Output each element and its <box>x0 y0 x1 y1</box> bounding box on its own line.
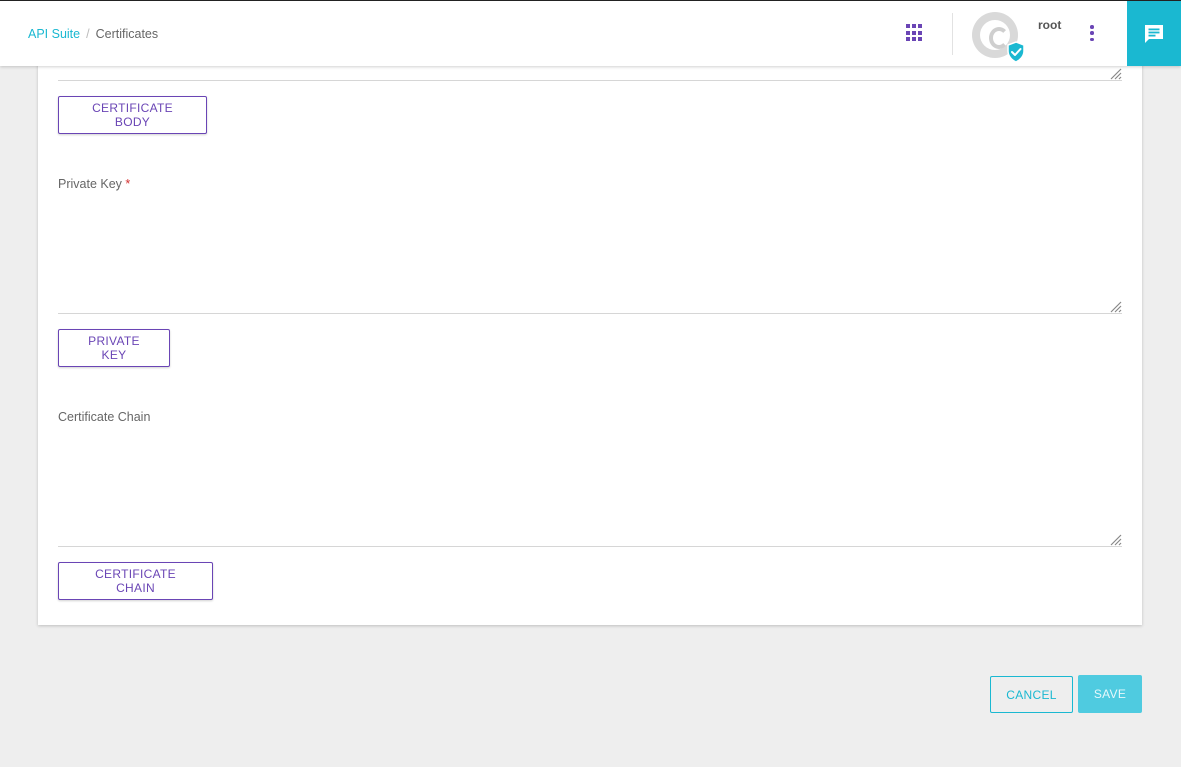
chat-button[interactable] <box>1127 1 1181 66</box>
resize-handle-icon[interactable] <box>1108 532 1122 546</box>
username: root <box>1038 18 1062 32</box>
save-button[interactable]: SAVE <box>1078 675 1142 713</box>
resize-handle-icon[interactable] <box>1108 299 1122 313</box>
certificate-chain-underline <box>58 546 1122 547</box>
private-key-underline <box>58 313 1122 314</box>
breadcrumb-separator: / <box>86 27 90 41</box>
header-divider <box>952 13 953 55</box>
certificate-body-upload-button[interactable]: CERTIFICATE BODY <box>58 96 207 134</box>
certificate-chain-upload-button[interactable]: CERTIFICATE CHAIN <box>58 562 213 600</box>
private-key-textarea[interactable] <box>58 198 1122 313</box>
private-key-upload-button[interactable]: PRIVATE KEY <box>58 329 170 367</box>
chat-icon <box>1145 25 1163 43</box>
cancel-button[interactable]: CANCEL <box>990 676 1073 713</box>
breadcrumb-current: Certificates <box>95 27 159 41</box>
apps-grid-icon[interactable] <box>906 24 924 42</box>
required-asterisk: * <box>125 177 131 191</box>
private-key-label-text: Private Key <box>58 177 122 191</box>
certificate-chain-label: Certificate Chain <box>58 410 151 424</box>
more-vert-icon[interactable] <box>1086 23 1098 43</box>
top-app-bar: API Suite / Certificates root <box>0 0 1181 66</box>
private-key-label: Private Key * <box>58 177 130 191</box>
verified-shield-icon <box>1007 41 1025 63</box>
resize-handle-icon[interactable] <box>1108 66 1122 80</box>
breadcrumb: API Suite / Certificates <box>28 27 158 41</box>
certificate-chain-textarea[interactable] <box>58 431 1122 546</box>
breadcrumb-link-api-suite[interactable]: API Suite <box>28 27 80 41</box>
certificate-form-card: CERTIFICATE BODY Private Key * PRIVATE K… <box>38 40 1142 625</box>
certificate-body-underline <box>58 80 1122 81</box>
